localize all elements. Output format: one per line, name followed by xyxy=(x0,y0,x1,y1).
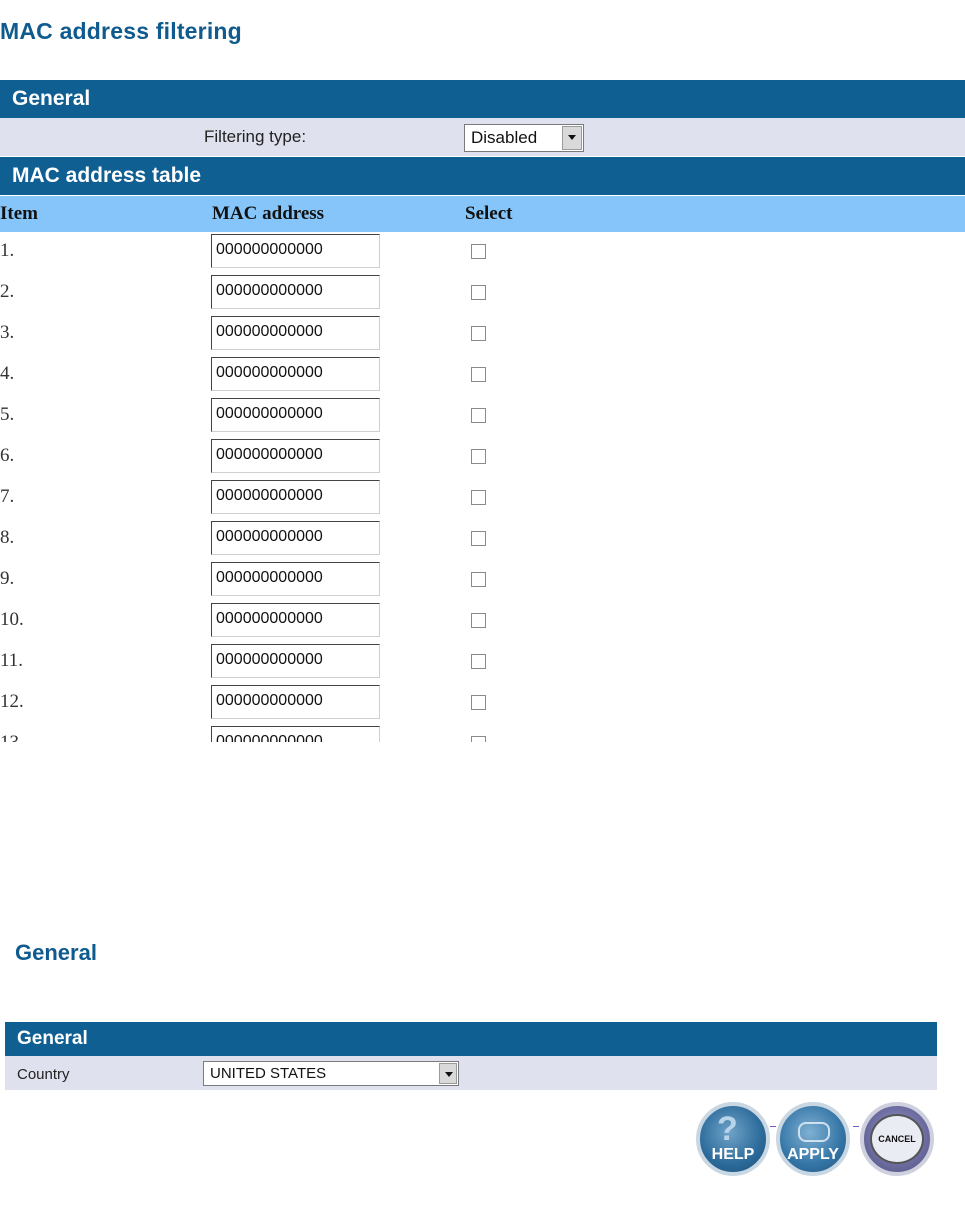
row-item-number: 10. xyxy=(0,609,24,630)
row-item-number: 13. xyxy=(0,732,24,742)
table-row: 11. 000000000000 xyxy=(0,642,965,683)
mac-table-rows[interactable]: 1. 000000000000 2. 000000000000 3. 0000000000… xyxy=(0,232,965,742)
column-header-mac-address: MAC address xyxy=(212,203,325,224)
mac-table-column-headers: Item MAC address Select xyxy=(0,196,965,232)
row-item-number: 3. xyxy=(0,322,15,343)
page-title: MAC address filtering xyxy=(0,18,242,44)
row-item-number: 2. xyxy=(0,281,15,302)
mac-address-input[interactable]: 000000000000 xyxy=(211,562,380,596)
filtering-type-label: Filtering type: xyxy=(204,127,307,146)
row-item-number: 5. xyxy=(0,404,15,425)
table-row: 10. 000000000000 xyxy=(0,601,965,642)
table-row: 13. 000000000000 xyxy=(0,724,965,742)
row-item-number: 9. xyxy=(0,568,15,589)
general-section-title: General xyxy=(15,940,97,965)
divider-mark xyxy=(853,1126,859,1127)
table-row: 9. 000000000000 xyxy=(0,560,965,601)
cancel-button-face: CANCEL xyxy=(870,1114,924,1164)
divider-mark xyxy=(770,1126,776,1127)
mac-address-input[interactable]: 000000000000 xyxy=(211,644,380,678)
mac-address-input[interactable]: 000000000000 xyxy=(211,726,380,742)
table-row: 4. 000000000000 xyxy=(0,355,965,396)
country-value: UNITED STATES xyxy=(210,1065,327,1082)
mac-address-input[interactable]: 000000000000 xyxy=(211,234,380,268)
table-row: 1. 000000000000 xyxy=(0,232,965,273)
select-checkbox[interactable] xyxy=(471,736,486,742)
row-item-number: 8. xyxy=(0,527,15,548)
select-checkbox[interactable] xyxy=(471,367,486,382)
cancel-button-label: CANCEL xyxy=(878,1134,916,1144)
table-row: 5. 000000000000 xyxy=(0,396,965,437)
table-row: 12. 000000000000 xyxy=(0,683,965,724)
select-checkbox[interactable] xyxy=(471,531,486,546)
chevron-down-icon[interactable] xyxy=(439,1063,457,1084)
select-checkbox[interactable] xyxy=(471,613,486,628)
mouse-icon xyxy=(798,1122,830,1142)
mac-address-input[interactable]: 000000000000 xyxy=(211,480,380,514)
general-header-bar: General xyxy=(0,80,965,118)
table-row: 8. 000000000000 xyxy=(0,519,965,560)
mac-table-header-bar: MAC address table xyxy=(0,157,965,195)
country-row: Country UNITED STATES xyxy=(5,1056,937,1090)
table-row: 6. 000000000000 xyxy=(0,437,965,478)
select-checkbox[interactable] xyxy=(471,490,486,505)
column-header-item: Item xyxy=(0,203,38,224)
mac-address-input[interactable]: 000000000000 xyxy=(211,316,380,350)
mac-address-input[interactable]: 000000000000 xyxy=(211,398,380,432)
table-row: 3. 000000000000 xyxy=(0,314,965,355)
mac-address-input[interactable]: 000000000000 xyxy=(211,439,380,473)
select-checkbox[interactable] xyxy=(471,654,486,669)
cancel-button[interactable]: CANCEL xyxy=(860,1102,934,1176)
row-item-number: 1. xyxy=(0,240,15,261)
row-item-number: 11. xyxy=(0,650,24,671)
select-checkbox[interactable] xyxy=(471,695,486,710)
row-item-number: 6. xyxy=(0,445,15,466)
country-label: Country xyxy=(17,1066,70,1083)
mac-address-input[interactable]: 000000000000 xyxy=(211,521,380,555)
select-checkbox[interactable] xyxy=(471,244,486,259)
apply-button[interactable]: APPLY xyxy=(776,1102,850,1176)
country-select[interactable]: UNITED STATES xyxy=(203,1061,459,1086)
select-checkbox[interactable] xyxy=(471,326,486,341)
mac-address-input[interactable]: 000000000000 xyxy=(211,685,380,719)
select-checkbox[interactable] xyxy=(471,449,486,464)
filtering-type-row: Filtering type: Disabled xyxy=(0,118,965,156)
row-item-number: 4. xyxy=(0,363,15,384)
help-button[interactable]: ? HELP xyxy=(696,1102,770,1176)
select-checkbox[interactable] xyxy=(471,408,486,423)
select-checkbox[interactable] xyxy=(471,572,486,587)
filtering-type-value: Disabled xyxy=(471,128,538,147)
apply-button-label: APPLY xyxy=(787,1146,839,1163)
row-item-number: 12. xyxy=(0,691,24,712)
mac-address-input[interactable]: 000000000000 xyxy=(211,275,380,309)
question-mark-icon: ? xyxy=(717,1110,738,1148)
table-row: 2. 000000000000 xyxy=(0,273,965,314)
help-button-label: HELP xyxy=(711,1146,755,1163)
mac-address-input[interactable]: 000000000000 xyxy=(211,357,380,391)
row-item-number: 7. xyxy=(0,486,15,507)
chevron-down-icon[interactable] xyxy=(562,126,582,150)
column-header-select: Select xyxy=(465,203,513,224)
mac-address-input[interactable]: 000000000000 xyxy=(211,603,380,637)
filtering-type-select[interactable]: Disabled xyxy=(464,124,584,152)
general-section-header-bar: General xyxy=(5,1022,937,1056)
table-row: 7. 000000000000 xyxy=(0,478,965,519)
select-checkbox[interactable] xyxy=(471,285,486,300)
